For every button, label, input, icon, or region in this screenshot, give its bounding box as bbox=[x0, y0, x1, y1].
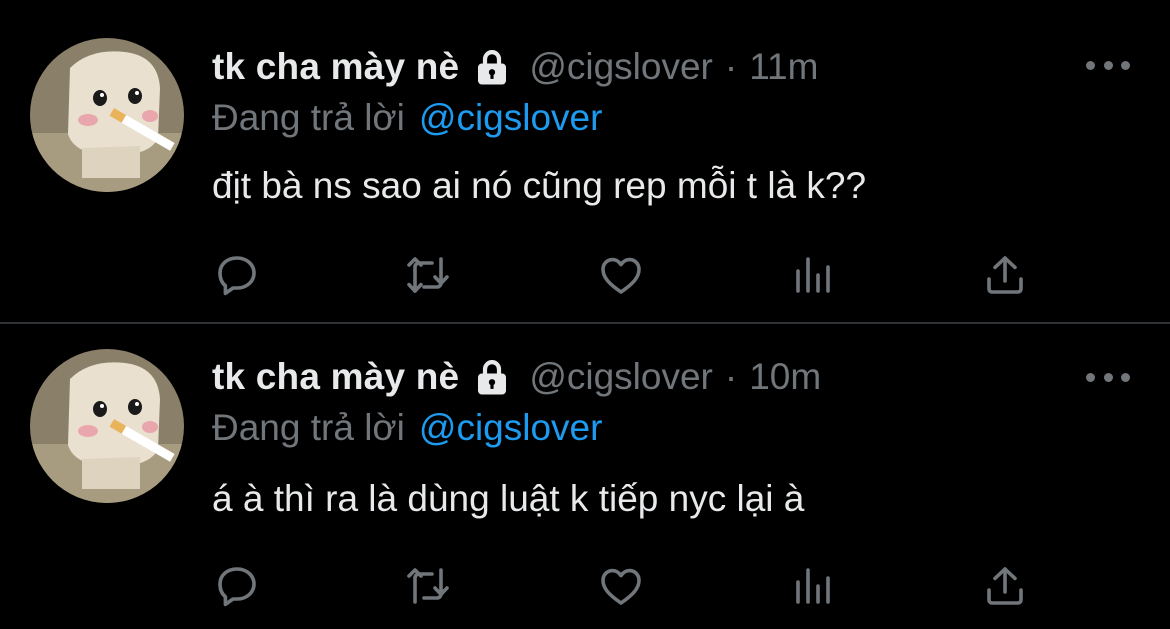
reply-icon bbox=[218, 567, 256, 607]
tweet-text: á à thì ra là dùng luật k tiếp nyc lại à bbox=[212, 478, 805, 519]
timestamp[interactable]: 11m bbox=[749, 46, 818, 88]
share-button[interactable] bbox=[980, 250, 1030, 300]
like-icon bbox=[601, 257, 641, 294]
share-button[interactable] bbox=[980, 561, 1030, 611]
stats-button[interactable] bbox=[788, 561, 838, 611]
reply-to-handle[interactable]: @cigslover bbox=[419, 97, 603, 138]
like-button[interactable] bbox=[596, 250, 646, 300]
like-button[interactable] bbox=[596, 561, 646, 611]
share-icon bbox=[987, 256, 1023, 294]
reply-icon bbox=[218, 256, 256, 296]
tweet[interactable]: tk cha mày nè @cigslover · 10m Đang trả … bbox=[0, 325, 1170, 629]
stats-icon bbox=[796, 568, 830, 604]
retweet-button[interactable] bbox=[403, 250, 453, 300]
avatar[interactable] bbox=[30, 38, 184, 192]
reply-prefix: Đang trả lời bbox=[212, 407, 405, 448]
retweet-button[interactable] bbox=[403, 561, 453, 611]
avatar[interactable] bbox=[30, 349, 184, 503]
separator-dot: · bbox=[724, 46, 738, 87]
reply-context: Đang trả lời @cigslover bbox=[212, 407, 602, 449]
lock-icon bbox=[471, 356, 513, 398]
stats-button[interactable] bbox=[788, 250, 838, 300]
user-handle[interactable]: @cigslover bbox=[529, 356, 713, 398]
stats-icon bbox=[796, 257, 830, 293]
display-name[interactable]: tk cha mày nè bbox=[212, 46, 459, 88]
tweet-text: địt bà ns sao ai nó cũng rep mỗi t là k?… bbox=[212, 165, 867, 206]
tweet-actions bbox=[0, 250, 1170, 300]
reply-prefix: Đang trả lời bbox=[212, 97, 405, 138]
like-icon bbox=[601, 568, 641, 605]
tweet-header: tk cha mày nè @cigslover · 10m bbox=[212, 355, 821, 399]
reply-button[interactable] bbox=[212, 561, 262, 611]
share-icon bbox=[987, 567, 1023, 605]
tweet-actions bbox=[0, 561, 1170, 611]
reply-context: Đang trả lời @cigslover bbox=[212, 97, 602, 139]
timestamp[interactable]: 10m bbox=[749, 356, 821, 398]
tweet-divider bbox=[0, 322, 1170, 324]
retweet-icon bbox=[407, 257, 449, 293]
separator-dot: · bbox=[724, 356, 738, 397]
user-handle[interactable]: @cigslover bbox=[529, 46, 713, 88]
tweet-header: tk cha mày nè @cigslover · 11m bbox=[212, 45, 818, 89]
retweet-icon bbox=[407, 568, 449, 604]
more-options-icon[interactable] bbox=[1086, 55, 1130, 75]
more-options-icon[interactable] bbox=[1086, 367, 1130, 387]
tweet[interactable]: tk cha mày nè @cigslover · 11m Đang trả … bbox=[0, 0, 1170, 324]
display-name[interactable]: tk cha mày nè bbox=[212, 356, 459, 398]
reply-to-handle[interactable]: @cigslover bbox=[419, 407, 603, 448]
lock-icon bbox=[471, 46, 513, 88]
reply-button[interactable] bbox=[212, 250, 262, 300]
